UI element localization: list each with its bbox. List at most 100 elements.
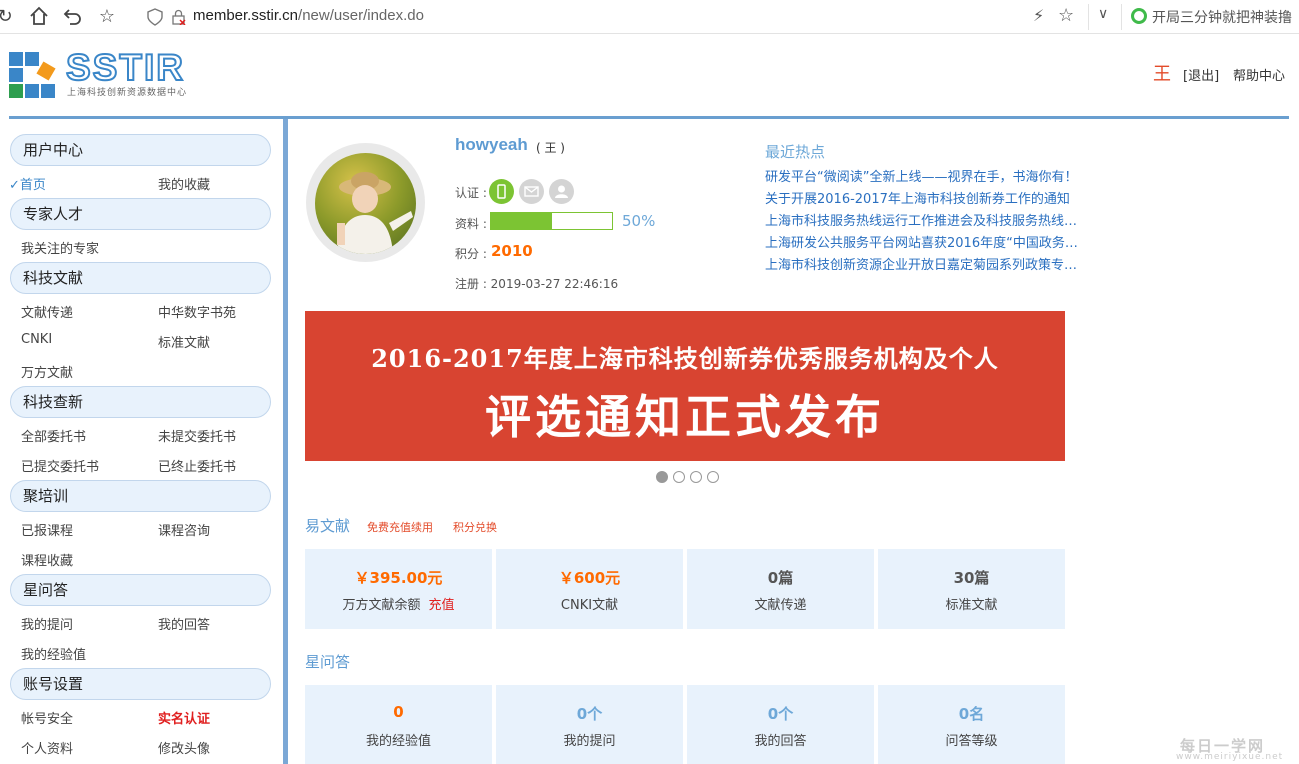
- sidebar-item-digital-books[interactable]: 中华数字书苑: [158, 302, 236, 321]
- hot-news-item[interactable]: 上海市科技服务热线运行工作推进会及科技服务热线…: [765, 210, 1105, 229]
- recharge-button[interactable]: 充值: [429, 598, 455, 613]
- banner-title: 评选通知正式发布: [485, 390, 885, 444]
- card-value: 0篇: [767, 569, 794, 587]
- card-value: ￥395.00元: [354, 569, 443, 587]
- sidebar-section-novelty-search[interactable]: 科技查新: [10, 386, 271, 418]
- sidebar-section-user-center[interactable]: 用户中心: [10, 134, 271, 166]
- sidebar-item-course-consult[interactable]: 课程咨询: [158, 520, 210, 539]
- card-value: 0名: [958, 705, 985, 723]
- sidebar-item-my-answers[interactable]: 我的回答: [158, 614, 210, 633]
- sidebar-item-doc-delivery[interactable]: 文献传递: [21, 302, 73, 321]
- header-username[interactable]: 王: [1153, 60, 1171, 86]
- carousel-dot[interactable]: [707, 471, 719, 483]
- avatar[interactable]: [315, 153, 416, 254]
- refresh-icon[interactable]: ↻: [0, 6, 16, 28]
- hot-news-item[interactable]: 关于开展2016-2017年上海市科技创新券工作的通知: [765, 188, 1105, 207]
- cert-label: 认证 :: [455, 186, 487, 200]
- sidebar-section-training[interactable]: 聚培训: [10, 480, 271, 512]
- card-label: 文献传递: [754, 598, 807, 613]
- sidebar-item-real-name[interactable]: 实名认证: [158, 708, 210, 727]
- card-label: 我的回答: [754, 734, 807, 749]
- card-value: 30篇: [953, 569, 990, 587]
- sidebar-item-home[interactable]: ✓首页: [9, 174, 46, 193]
- sidebar-item-favorites[interactable]: 我的收藏: [158, 174, 210, 193]
- qa-rank-card: 0名 问答等级: [878, 685, 1065, 764]
- promo-banner[interactable]: 2016-2017年度上海市科技创新券优秀服务机构及个人 评选通知正式发布: [305, 311, 1065, 461]
- banner-headline: 2016-2017年度上海市科技创新券优秀服务机构及个人: [371, 344, 999, 373]
- sidebar-section-account[interactable]: 账号设置: [10, 668, 271, 700]
- hot-news-item[interactable]: 研发平台“微阅读”全新上线——视界在手，书海你有！: [765, 166, 1105, 185]
- card-value: 0个: [767, 705, 794, 723]
- sidebar-item-wanfang[interactable]: 万方文献: [21, 362, 73, 381]
- answers-card: 0个 我的回答: [687, 685, 874, 764]
- phone-icon[interactable]: [489, 179, 514, 204]
- card-label: 万方文献余额 充值: [342, 598, 455, 613]
- hot-news-title: 最近热点: [765, 143, 826, 161]
- sidebar-item-my-experience[interactable]: 我的经验值: [21, 644, 86, 663]
- card-label: 我的提问: [563, 734, 616, 749]
- exchange-link[interactable]: 积分兑换: [453, 519, 497, 535]
- logout-link[interactable]: [退出]: [1183, 65, 1219, 84]
- experience-card: 0 我的经验值: [305, 685, 492, 764]
- doc-delivery-card: 0篇 文献传递: [687, 549, 874, 629]
- profile-completeness-bar: [490, 212, 613, 230]
- questions-card: 0个 我的提问: [496, 685, 683, 764]
- sidebar-section-experts[interactable]: 专家人才: [10, 198, 271, 230]
- score-label: 积分 :: [455, 247, 487, 261]
- bolt-icon[interactable]: ⚡: [1033, 6, 1044, 25]
- sidebar-item-submitted[interactable]: 已提交委托书: [21, 456, 99, 475]
- sidebar-item-course-favorites[interactable]: 课程收藏: [21, 550, 73, 569]
- sidebar-item-all-commissions[interactable]: 全部委托书: [21, 426, 86, 445]
- card-label: CNKI文献: [560, 598, 619, 613]
- lock-icon: [172, 9, 186, 26]
- sidebar-item-unsubmitted[interactable]: 未提交委托书: [158, 426, 236, 445]
- help-center-link[interactable]: 帮助中心: [1233, 65, 1285, 84]
- watermark-url: www.meiriyixue.net: [1176, 752, 1284, 762]
- carousel-dot[interactable]: [690, 471, 702, 483]
- news-icon: [1131, 8, 1147, 24]
- mail-icon[interactable]: [519, 179, 544, 204]
- card-label: 标准文献: [945, 598, 998, 613]
- card-label: 问答等级: [945, 734, 998, 749]
- cnki-card: ￥600元 CNKI文献: [496, 549, 683, 629]
- xwd-title: 星问答: [305, 653, 351, 671]
- hot-news-item[interactable]: 上海市科技创新资源企业开放日嘉定菊园系列政策专…: [765, 254, 1105, 273]
- logo-wordmark[interactable]: SSTIR: [65, 46, 185, 89]
- person-icon[interactable]: [549, 179, 574, 204]
- sidebar-item-account-security[interactable]: 帐号安全: [21, 708, 73, 727]
- star-icon[interactable]: ☆: [96, 6, 118, 28]
- card-value: 0个: [576, 705, 603, 723]
- sidebar: 用户中心 ✓首页 我的收藏 专家人才 我关注的专家 科技文献 文献传递 中华数字…: [9, 119, 285, 764]
- toolbar-divider: [1121, 4, 1122, 30]
- news-ticker[interactable]: 开局三分钟就把神装撸: [1152, 7, 1292, 27]
- profile-alias: ( 王 ): [536, 141, 565, 155]
- data-label: 资料 :: [455, 217, 487, 231]
- sidebar-item-change-avatar[interactable]: 修改头像: [158, 738, 210, 757]
- wanfang-balance-card: ￥395.00元 万方文献余额 充值: [305, 549, 492, 629]
- logo-mark[interactable]: [9, 52, 61, 98]
- address-bar[interactable]: member.sstir.cn/new/user/index.do: [193, 7, 424, 24]
- logo-subtitle: 上海科技创新资源数据中心: [67, 88, 188, 98]
- sidebar-section-literature[interactable]: 科技文献: [10, 262, 271, 294]
- sidebar-item-standards[interactable]: 标准文献: [158, 332, 210, 351]
- carousel-dot[interactable]: [673, 471, 685, 483]
- bookmark-star-icon[interactable]: ☆: [1058, 5, 1074, 26]
- sidebar-item-terminated[interactable]: 已终止委托书: [158, 456, 236, 475]
- browser-toolbar: ↻ ☆ member.sstir.cn/new/user/index.do ⚡ …: [0, 0, 1299, 34]
- card-value: ￥600元: [558, 569, 621, 587]
- card-value: 0: [393, 703, 404, 721]
- sidebar-item-my-questions[interactable]: 我的提问: [21, 614, 73, 633]
- home-icon[interactable]: [28, 6, 50, 28]
- chevron-down-icon[interactable]: ∨: [1098, 6, 1108, 22]
- sidebar-item-cnki[interactable]: CNKI: [21, 332, 52, 347]
- sidebar-item-enrolled-courses[interactable]: 已报课程: [21, 520, 73, 539]
- sidebar-item-followed-experts[interactable]: 我关注的专家: [21, 238, 99, 257]
- back-icon[interactable]: [62, 6, 84, 28]
- sidebar-item-profile[interactable]: 个人资料: [21, 738, 73, 757]
- standards-card: 30篇 标准文献: [878, 549, 1065, 629]
- hot-news-item[interactable]: 上海研发公共服务平台网站喜获2016年度“中国政务…: [765, 232, 1105, 251]
- register-time: 注册 : 2019-03-27 22:46:16: [455, 277, 619, 291]
- recharge-link[interactable]: 免费充值续用: [367, 519, 433, 535]
- carousel-dot[interactable]: [656, 471, 668, 483]
- sidebar-section-qa[interactable]: 星问答: [10, 574, 271, 606]
